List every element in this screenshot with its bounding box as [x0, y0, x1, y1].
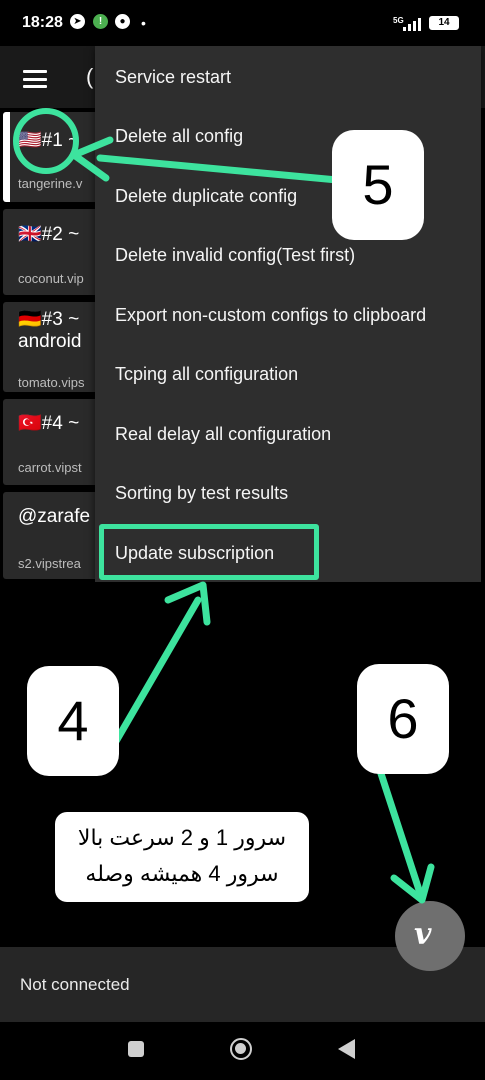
note-line-1: سرور 1 و 2 سرعت بالا	[77, 825, 287, 850]
step-badge-6: 6	[357, 664, 449, 774]
step-badge-5: 5	[332, 130, 424, 240]
note-line-2: سرور 4 همیشه وصله	[85, 861, 279, 886]
note-box: سرور 1 و 2 سرعت بالا سرور 4 همیشه وصله	[55, 812, 309, 902]
step-badge-4: 4	[27, 666, 119, 776]
